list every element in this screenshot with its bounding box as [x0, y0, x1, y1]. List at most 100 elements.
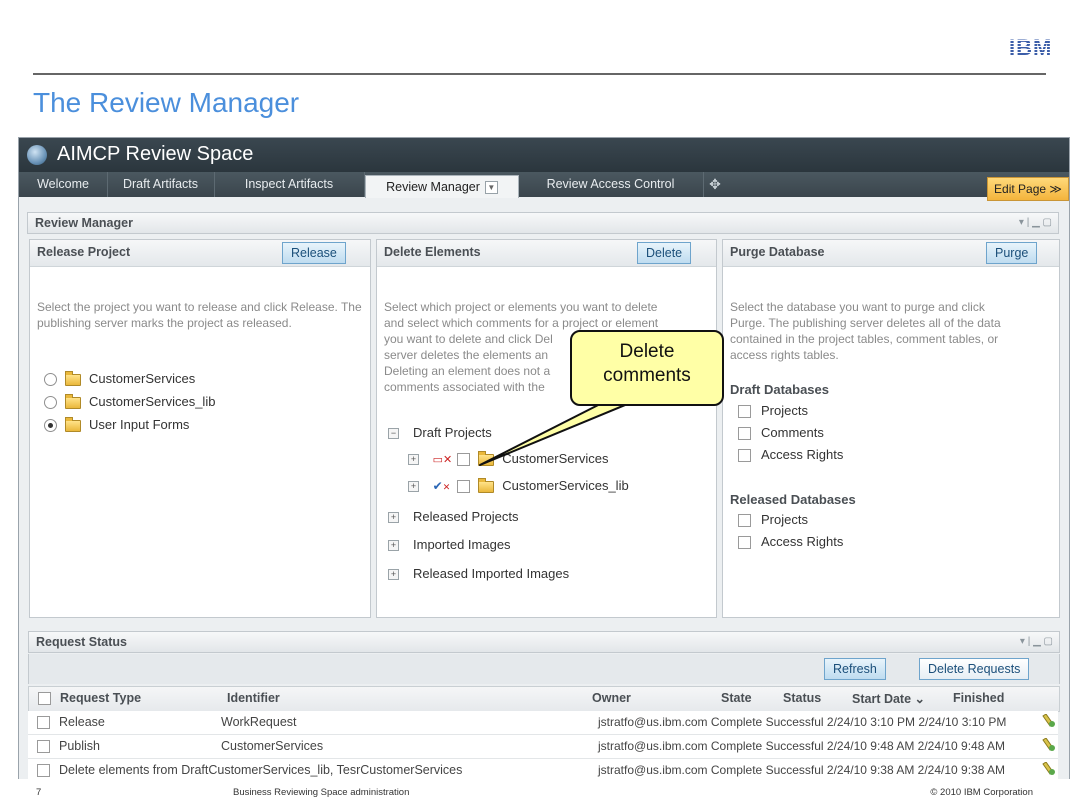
- collapse-icon[interactable]: −: [388, 428, 399, 440]
- checkbox[interactable]: [738, 449, 751, 463]
- checkbox[interactable]: [738, 427, 751, 441]
- tree-node-customer-services[interactable]: + ▭✕ CustomerServices: [408, 450, 608, 468]
- app-title: AIMCP Review Space: [57, 143, 254, 165]
- table-row[interactable]: Publish CustomerServices jstratfo@us.ibm…: [28, 735, 1058, 759]
- page-number: 7: [36, 787, 42, 798]
- tree-node-released-imported-images[interactable]: + Released Imported Images: [388, 565, 569, 583]
- radio-button[interactable]: [44, 373, 57, 387]
- folder-icon: [65, 416, 81, 432]
- edit-pencil-icon[interactable]: [1041, 738, 1056, 752]
- checkbox[interactable]: [457, 480, 471, 494]
- callout-text: Delete comments: [603, 341, 691, 386]
- tab-review-manager-label: Review Manager: [386, 180, 480, 194]
- tab-review-access-control[interactable]: Review Access Control: [518, 172, 704, 197]
- slide-title: The Review Manager: [33, 87, 300, 118]
- radio-button-selected[interactable]: [44, 419, 57, 433]
- request-status-portlet-header: Request Status ▾ | ▁ ▢: [28, 631, 1060, 653]
- column-header[interactable]: State: [721, 691, 752, 705]
- table-row[interactable]: Release WorkRequest jstratfo@us.ibm.com …: [28, 711, 1058, 735]
- project-option-selected[interactable]: User Input Forms: [44, 416, 189, 434]
- tab-draft-artifacts[interactable]: Draft Artifacts: [107, 172, 215, 197]
- table-header: Request Type Identifier Owner State Stat…: [28, 686, 1060, 712]
- ibm-logo: IBM: [1009, 35, 1053, 60]
- select-all-checkbox[interactable]: [38, 692, 51, 705]
- purge-panel-title: Purge Database: [730, 245, 825, 259]
- expand-icon[interactable]: +: [408, 454, 419, 466]
- review-manager-portlet-header: Review Manager ▾ | ▁ ▢: [27, 212, 1059, 234]
- folder-icon: [65, 370, 81, 386]
- delete-panel-header: Delete Elements Delete: [377, 240, 716, 267]
- delete-requests-button[interactable]: Delete Requests: [919, 658, 1030, 680]
- draft-databases-heading: Draft Databases: [730, 382, 829, 397]
- db-option[interactable]: Access Rights: [738, 533, 843, 551]
- column-header[interactable]: Finished: [953, 691, 1004, 705]
- project-option[interactable]: CustomerServices: [44, 370, 195, 388]
- column-header[interactable]: Request Type: [60, 691, 141, 705]
- tree-node-imported-images[interactable]: + Imported Images: [388, 536, 511, 554]
- folder-icon: [65, 393, 81, 409]
- db-option[interactable]: Comments: [738, 424, 824, 442]
- header-rule: [33, 73, 1046, 75]
- edit-pencil-icon[interactable]: [1041, 762, 1056, 776]
- expand-icon[interactable]: +: [388, 512, 399, 524]
- db-option[interactable]: Projects: [738, 511, 808, 529]
- row-checkbox[interactable]: [37, 764, 50, 777]
- tab-review-manager[interactable]: Review Manager ▼: [365, 175, 519, 198]
- checkbox[interactable]: [738, 536, 751, 550]
- edit-pencil-icon[interactable]: [1041, 714, 1056, 728]
- tab-welcome[interactable]: Welcome: [19, 172, 108, 197]
- tab-menu-icon[interactable]: ▼: [484, 181, 498, 195]
- released-databases-heading: Released Databases: [730, 492, 856, 507]
- purge-button[interactable]: Purge: [986, 242, 1038, 264]
- db-option[interactable]: Projects: [738, 402, 808, 420]
- portlet-title: Review Manager: [35, 216, 133, 230]
- checkbox[interactable]: [457, 453, 471, 467]
- tree-node-released-projects[interactable]: + Released Projects: [388, 508, 519, 526]
- expand-icon[interactable]: +: [388, 569, 399, 581]
- expand-icon[interactable]: +: [388, 540, 399, 552]
- tab-inspect-artifacts[interactable]: Inspect Artifacts: [214, 172, 365, 197]
- release-panel-header: Release Project Release: [30, 240, 370, 267]
- delete-elements-panel: Delete Elements Delete Select which proj…: [376, 239, 717, 618]
- refresh-button[interactable]: Refresh: [824, 658, 886, 680]
- column-header[interactable]: Owner: [592, 691, 631, 705]
- delete-button[interactable]: Delete: [637, 242, 692, 264]
- expand-icon[interactable]: +: [408, 481, 419, 493]
- tree-node-draft-projects[interactable]: − Draft Projects: [388, 424, 492, 442]
- checkbox[interactable]: [738, 405, 751, 419]
- review-space-app: AIMCP Review Space Welcome Draft Artifac…: [18, 137, 1070, 780]
- app-banner: AIMCP Review Space: [19, 138, 1069, 172]
- column-header[interactable]: Identifier: [227, 691, 280, 705]
- release-project-panel: Release Project Release Select the proje…: [29, 239, 371, 618]
- column-header[interactable]: Status: [783, 691, 821, 705]
- delete-element-icon: ▭✕: [432, 454, 453, 466]
- globe-icon: [27, 145, 47, 165]
- portlet-title: Request Status: [36, 635, 127, 649]
- project-option[interactable]: CustomerServices_lib: [44, 393, 215, 411]
- delete-comments-icon: ✔✕: [432, 479, 451, 493]
- window-controls-icon[interactable]: ▾ | ▁ ▢: [1020, 632, 1053, 652]
- purge-database-panel: Purge Database Purge Select the database…: [722, 239, 1060, 618]
- delete-panel-title: Delete Elements: [384, 245, 481, 259]
- table-row[interactable]: Delete elements from DraftCustomerServic…: [28, 759, 1058, 779]
- row-checkbox[interactable]: [37, 740, 50, 753]
- checkbox[interactable]: [738, 514, 751, 528]
- request-toolbar: Refresh Delete Requests: [28, 654, 1060, 684]
- copyright: © 2010 IBM Corporation: [930, 787, 1033, 798]
- radio-button[interactable]: [44, 396, 57, 410]
- footer-title: Business Reviewing Space administration: [233, 787, 410, 798]
- release-button[interactable]: Release: [282, 242, 346, 264]
- folder-icon: [478, 477, 495, 493]
- release-panel-title: Release Project: [37, 245, 131, 259]
- db-option[interactable]: Access Rights: [738, 446, 843, 464]
- column-header[interactable]: Start Date ⌄: [852, 691, 925, 706]
- tree-node-customer-services-lib[interactable]: + ✔✕ CustomerServices_lib: [408, 477, 629, 495]
- row-checkbox[interactable]: [37, 716, 50, 729]
- window-controls-icon[interactable]: ▾ | ▁ ▢: [1019, 213, 1052, 233]
- tab-bar: Welcome Draft Artifacts Inspect Artifact…: [19, 172, 1069, 198]
- slide-footer: 7 Business Reviewing Space administratio…: [0, 779, 1072, 810]
- release-description: Select the project you want to release a…: [37, 300, 362, 330]
- edit-page-button[interactable]: Edit Page ≫: [987, 177, 1069, 201]
- add-tab-icon[interactable]: ✥: [703, 172, 727, 197]
- folder-icon: [478, 450, 495, 466]
